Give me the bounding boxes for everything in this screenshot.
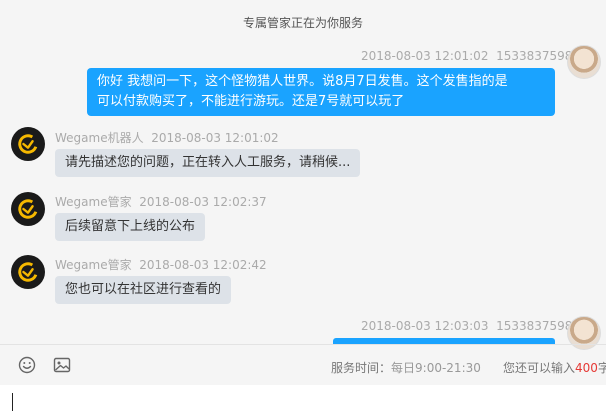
bot-avatar[interactable]: [11, 255, 45, 289]
message-text-line: 可以付款购买了，不能进行游玩。还是7号就可以玩了: [97, 94, 405, 109]
message-time: 2018-08-03 12:02:42: [139, 258, 267, 272]
message-time: 2018-08-03 12:01:02: [361, 49, 489, 63]
message-input[interactable]: [0, 385, 606, 415]
char-remaining-suffix: 字: [597, 361, 606, 375]
user-message-bubble: 你好 我想问一下，这个怪物猎人世界。说8月7日发售。这个发售指的是 可以付款购买…: [87, 68, 555, 116]
message-meta: Wegame管家 2018-08-03 12:02:42: [55, 256, 267, 273]
bot-message-bubble: 后续留意下上线的公布: [55, 213, 206, 241]
sender-name: Wegame管家: [55, 258, 132, 272]
service-hours: 服务时间：每日9:00-21:30: [331, 359, 481, 376]
char-remaining-prefix: 您还可以输入: [503, 361, 576, 375]
message-time: 2018-08-03 12:03:03: [361, 319, 489, 333]
wegame-logo-icon: [18, 262, 38, 282]
message-meta: Wegame机器人 2018-08-03 12:01:02: [55, 129, 279, 146]
service-hours-label: 服务时间：: [331, 361, 392, 375]
text-caret: [12, 393, 13, 411]
message-text: 请先描述您的问题，正在转入人工服务，请稍候...: [65, 155, 351, 170]
char-remaining: 您还可以输入400字: [503, 359, 606, 376]
message-meta: 2018-08-03 12:01:02 1533837598: [361, 49, 572, 63]
user-id: 1533837598: [496, 319, 573, 333]
message-time: 2018-08-03 12:01:02: [151, 131, 279, 145]
bot-message-bubble: 请先描述您的问题，正在转入人工服务，请稍候...: [55, 149, 361, 177]
sender-name: Wegame机器人: [55, 131, 144, 145]
wegame-logo-icon: [18, 199, 38, 219]
message-text-line: 你好 我想问一下，这个怪物猎人世界。说8月7日发售。这个发售指的是: [97, 74, 508, 89]
image-icon[interactable]: [52, 355, 72, 375]
smiley-icon[interactable]: [17, 355, 37, 375]
message-meta: Wegame管家 2018-08-03 12:02:37: [55, 193, 267, 210]
user-id: 1533837598: [496, 49, 573, 63]
char-remaining-count: 400: [575, 361, 598, 375]
bot-message-bubble: 您也可以在社区进行查看的: [55, 276, 232, 304]
message-text: 后续留意下上线的公布: [65, 219, 196, 234]
user-avatar[interactable]: [567, 45, 601, 79]
sender-name: Wegame管家: [55, 195, 132, 209]
message-text: 您也可以在社区进行查看的: [65, 282, 222, 297]
service-hours-value: 每日9:00-21:30: [391, 361, 481, 375]
wegame-logo-icon: [18, 134, 38, 154]
service-status-note: 专属管家正在为你服务: [242, 16, 363, 30]
bot-avatar[interactable]: [11, 127, 45, 161]
bot-avatar[interactable]: [11, 192, 45, 226]
message-meta: 2018-08-03 12:03:03 1533837598: [361, 319, 572, 333]
message-time: 2018-08-03 12:02:37: [139, 195, 267, 209]
input-toolbar: 服务时间：每日9:00-21:30 您还可以输入400字: [0, 345, 606, 385]
